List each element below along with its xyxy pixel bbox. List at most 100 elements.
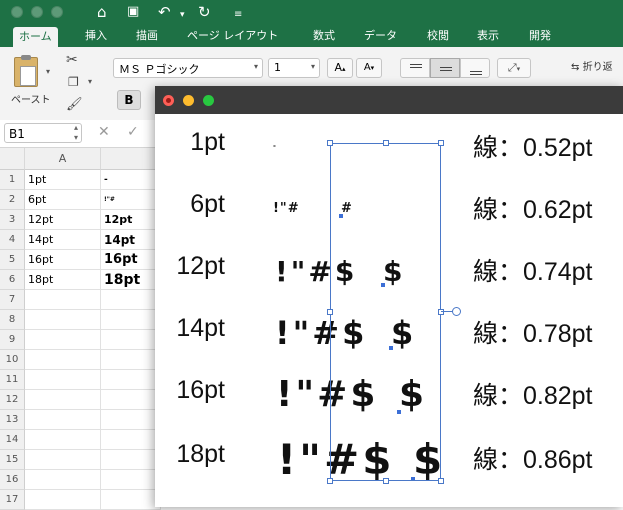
row-header[interactable]: 12 xyxy=(0,390,25,410)
preview-line-weight-label: 線：0.82pt xyxy=(473,382,593,410)
row-header[interactable]: 13 xyxy=(0,410,25,430)
align-top-button[interactable] xyxy=(400,58,430,78)
cell-a[interactable] xyxy=(25,290,101,310)
customize-toolbar-icon[interactable]: ≡ xyxy=(234,6,242,24)
preview-zoom-button[interactable] xyxy=(203,95,214,106)
tab-view[interactable]: 表示 xyxy=(477,25,499,47)
row-header[interactable]: 8 xyxy=(0,310,25,330)
wrap-text-button[interactable]: ⇆ 折り返 xyxy=(571,58,623,78)
save-icon[interactable]: ▣ xyxy=(127,3,139,21)
row-header[interactable]: 17 xyxy=(0,490,25,510)
cell-a[interactable]: 16pt xyxy=(25,250,101,270)
copy-dropdown-icon[interactable]: ▾ xyxy=(88,77,92,86)
cell-a[interactable]: 6pt xyxy=(25,190,101,210)
row-header[interactable]: 16 xyxy=(0,470,25,490)
paste-dropdown-icon[interactable]: ▾ xyxy=(46,67,50,76)
row-header[interactable]: 4 xyxy=(0,230,25,250)
chevron-down-icon: ▾ xyxy=(516,65,521,73)
cancel-icon[interactable]: ✕ xyxy=(98,124,110,140)
align-middle-button[interactable] xyxy=(430,58,460,78)
cell-a[interactable] xyxy=(25,330,101,350)
row-header[interactable]: 9 xyxy=(0,330,25,350)
name-box[interactable]: B1 ▴ ▾ xyxy=(4,123,82,143)
row-header[interactable]: 1 xyxy=(0,170,25,190)
cell-b[interactable] xyxy=(101,350,161,370)
decrease-font-size-button[interactable]: A▾ xyxy=(356,58,382,78)
tab-page-layout[interactable]: ページ レイアウト xyxy=(187,25,278,47)
bold-button[interactable]: B xyxy=(117,90,141,110)
resize-handle[interactable] xyxy=(327,140,333,146)
preview-line-weight-label: 線：0.78pt xyxy=(473,320,593,348)
row-header[interactable]: 3 xyxy=(0,210,25,230)
close-button[interactable] xyxy=(11,6,23,18)
selection-bounding-box[interactable] xyxy=(327,140,461,484)
cell-a[interactable] xyxy=(25,490,101,510)
cell-a[interactable] xyxy=(25,410,101,430)
rotation-handle[interactable] xyxy=(452,307,461,316)
resize-handle[interactable] xyxy=(383,140,389,146)
select-all-corner[interactable] xyxy=(0,148,25,170)
row-header[interactable]: 11 xyxy=(0,370,25,390)
font-size-select[interactable]: 1 ▾ xyxy=(268,58,320,78)
tab-developer[interactable]: 開発 xyxy=(529,25,551,47)
preview-minimize-button[interactable] xyxy=(183,95,194,106)
name-box-stepper-icon[interactable]: ▴ ▾ xyxy=(74,123,78,143)
column-header-a[interactable]: A xyxy=(25,148,101,170)
resize-handle[interactable] xyxy=(438,478,444,484)
cell-a[interactable] xyxy=(25,450,101,470)
increase-font-size-button[interactable]: A▴ xyxy=(327,58,353,78)
align-bottom-button[interactable] xyxy=(460,58,490,78)
row-header[interactable]: 15 xyxy=(0,450,25,470)
zoom-button[interactable] xyxy=(51,6,63,18)
tab-data[interactable]: データ xyxy=(364,25,397,47)
cut-icon[interactable]: ✂ xyxy=(66,52,78,68)
tab-home[interactable]: ホーム xyxy=(13,27,58,47)
cell-a[interactable]: 18pt xyxy=(25,270,101,290)
resize-handle[interactable] xyxy=(327,309,333,315)
cell-a[interactable] xyxy=(25,310,101,330)
resize-handle[interactable] xyxy=(327,478,333,484)
cell-a[interactable] xyxy=(25,390,101,410)
row-header[interactable]: 2 xyxy=(0,190,25,210)
orientation-button[interactable]: ⤢▾ xyxy=(497,58,531,78)
cell-a[interactable] xyxy=(25,350,101,370)
cell-b[interactable] xyxy=(101,490,161,510)
row-header[interactable]: 14 xyxy=(0,430,25,450)
cell-a[interactable] xyxy=(25,430,101,450)
home-icon[interactable]: ⌂ xyxy=(97,3,107,21)
resize-handle[interactable] xyxy=(383,478,389,484)
undo-dropdown-icon[interactable]: ▾ xyxy=(180,6,185,24)
cell-b[interactable] xyxy=(101,470,161,490)
resize-handle[interactable] xyxy=(438,309,444,315)
preview-glyph-sample: !"# xyxy=(273,200,300,216)
cell-a[interactable]: 12pt xyxy=(25,210,101,230)
cell-b[interactable] xyxy=(101,290,161,310)
preview-close-button[interactable] xyxy=(163,95,174,106)
row-header[interactable]: 5 xyxy=(0,250,25,270)
preview-canvas: 1pt - 線：0.52pt 6pt !"# # 線：0.62pt 12pt !"#$ $ 線：0.… xyxy=(155,114,623,507)
format-painter-icon[interactable]: 🖌 xyxy=(66,97,83,112)
tab-draw[interactable]: 描画 xyxy=(136,25,158,47)
tab-formulas[interactable]: 数式 xyxy=(313,25,335,47)
row-header[interactable]: 6 xyxy=(0,270,25,290)
cell-b[interactable]: - xyxy=(101,170,161,190)
tab-review[interactable]: 校閲 xyxy=(427,25,449,47)
cell-a[interactable] xyxy=(25,370,101,390)
cell-b[interactable] xyxy=(101,410,161,430)
cell-b[interactable]: 14pt xyxy=(101,230,161,250)
row-header[interactable]: 7 xyxy=(0,290,25,310)
paste-button[interactable]: ▾ ペースト xyxy=(10,55,54,106)
cell-a[interactable]: 1pt xyxy=(25,170,101,190)
copy-icon[interactable]: ❐ xyxy=(68,75,79,89)
row-header[interactable]: 10 xyxy=(0,350,25,370)
cell-a[interactable] xyxy=(25,470,101,490)
tab-insert[interactable]: 挿入 xyxy=(85,25,107,47)
preview-line-weight-label: 線：0.52pt xyxy=(473,134,593,162)
enter-icon[interactable]: ✓ xyxy=(127,124,139,140)
font-name-select[interactable]: ＭＳ Ｐゴシック ▾ xyxy=(113,58,263,78)
resize-handle[interactable] xyxy=(438,140,444,146)
undo-icon[interactable]: ↶ xyxy=(158,3,171,21)
redo-icon[interactable]: ↻ xyxy=(198,3,211,21)
cell-a[interactable]: 14pt xyxy=(25,230,101,250)
minimize-button[interactable] xyxy=(31,6,43,18)
